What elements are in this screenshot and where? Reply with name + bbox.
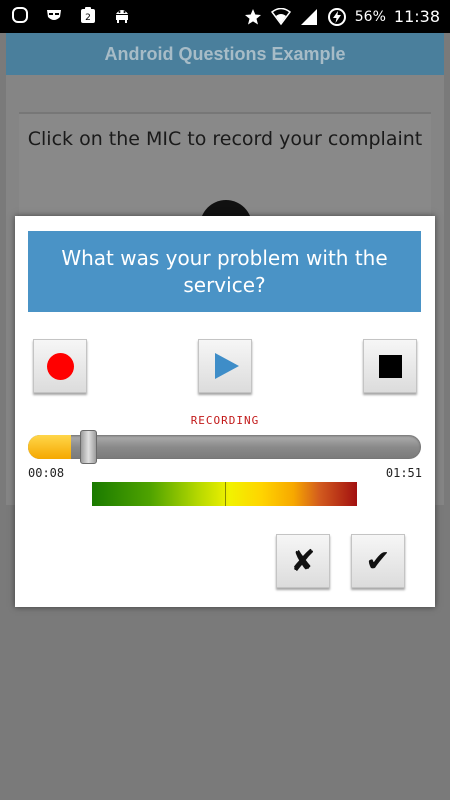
clock: 11:38	[393, 7, 440, 26]
record-dialog: What was your problem with the service? …	[15, 216, 435, 607]
battery-percent: 56%	[354, 8, 386, 25]
level-marker	[225, 482, 226, 506]
android-debug-icon	[112, 5, 132, 25]
clipboard-badge: 2	[85, 13, 91, 23]
battery-charging-icon	[327, 7, 347, 27]
elapsed-time: 00:08	[28, 466, 65, 480]
app-prompt: Click on the MIC to record your complain…	[27, 128, 423, 150]
record-button[interactable]	[33, 339, 87, 393]
cancel-button[interactable]: ✘	[276, 534, 330, 588]
clipboard-icon: 2	[78, 5, 98, 25]
question-text: What was your problem with the service?	[61, 245, 388, 297]
audio-level-meter	[92, 482, 357, 506]
stop-icon	[378, 354, 402, 378]
notification-icon	[10, 5, 30, 25]
signal-icon	[299, 7, 319, 27]
app-title: Android Questions Example	[104, 43, 346, 64]
question-header: What was your problem with the service?	[28, 231, 421, 312]
total-time: 01:51	[385, 466, 422, 480]
status-icons-left: 2	[10, 5, 132, 25]
cross-icon: ✘	[290, 543, 316, 579]
stop-button[interactable]	[363, 339, 417, 393]
seek-thumb[interactable]	[80, 430, 97, 464]
recording-status: RECORDING	[190, 414, 260, 427]
play-button[interactable]	[198, 339, 252, 393]
seek-progress	[28, 435, 71, 459]
app-action-bar: Android Questions Example	[6, 33, 444, 75]
status-bar: 2 56% 11:38	[0, 0, 450, 33]
play-icon	[215, 353, 239, 379]
star-icon	[243, 7, 263, 27]
check-icon: ✔	[365, 543, 391, 579]
status-icons-right: 56% 11:38	[243, 0, 440, 33]
incognito-icon	[44, 5, 64, 25]
confirm-button[interactable]: ✔	[351, 534, 405, 588]
wifi-icon	[270, 7, 291, 27]
record-icon	[46, 352, 74, 380]
